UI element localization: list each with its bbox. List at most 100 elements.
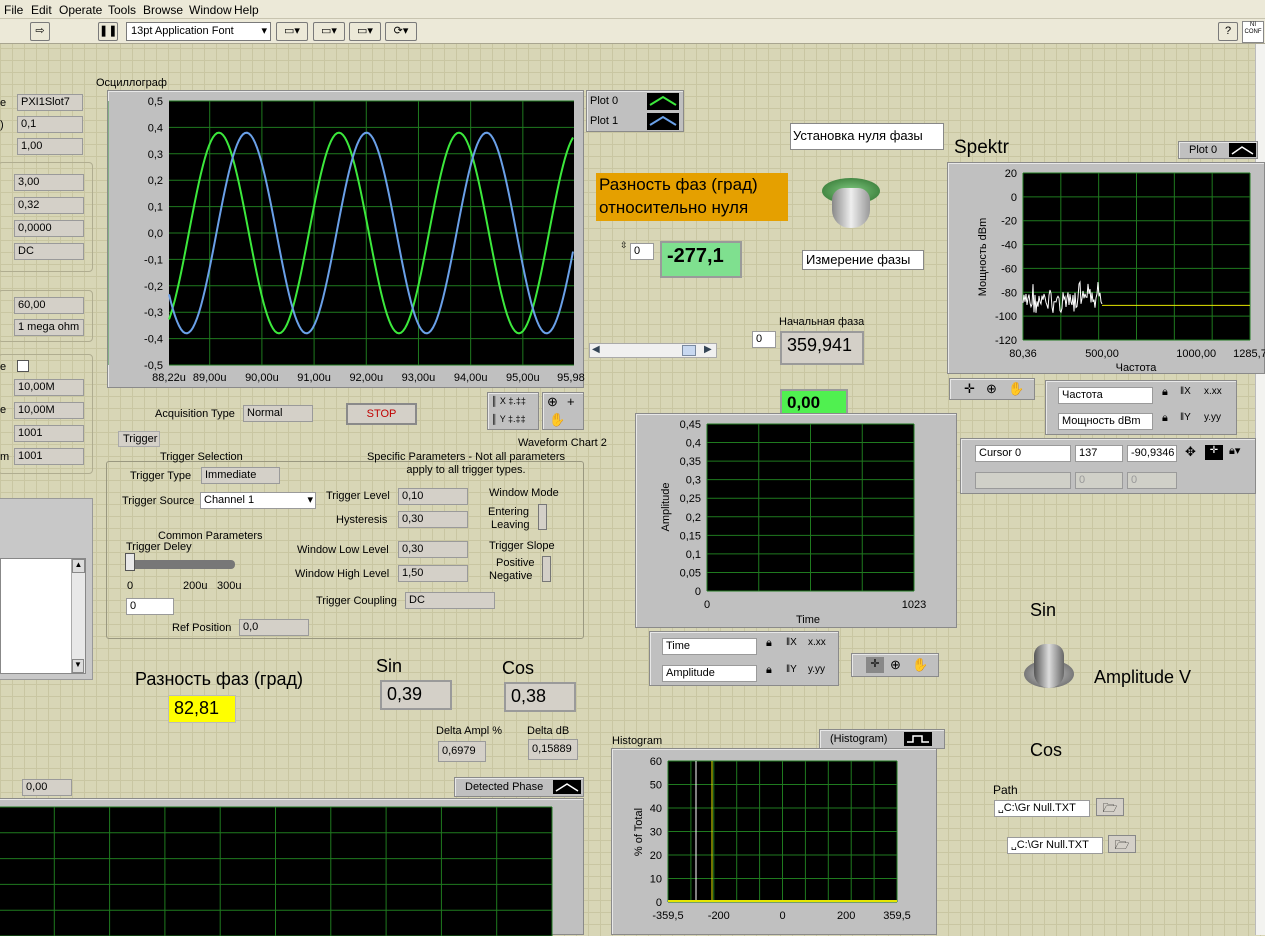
arrow-right-icon[interactable]: ▶ [704, 344, 712, 355]
start-phase-spin[interactable]: 0 [752, 331, 776, 348]
control-field[interactable]: 1001 [14, 425, 84, 442]
zoom-icon[interactable]: ⊕ [547, 394, 558, 410]
resize-button[interactable]: ▭▾ [349, 22, 381, 41]
cursor-y-field-2[interactable]: 0 [1127, 472, 1177, 489]
control-field[interactable]: 0,1 [17, 116, 83, 133]
arrow-left-icon[interactable]: ◀ [592, 344, 600, 355]
path-field-2[interactable]: ␣C:\Gr Null.TXT [1007, 837, 1103, 854]
control-field[interactable]: 1001 [14, 448, 84, 465]
sin-cos-knob[interactable] [1024, 644, 1076, 700]
window-mode-switch[interactable] [538, 504, 547, 530]
spektr-palette[interactable]: ✛ ⊕ ✋ [949, 378, 1035, 400]
control-field[interactable]: 10,00M [14, 379, 84, 396]
measure-phase-button[interactable] [822, 176, 882, 236]
hysteresis-field[interactable]: 0,30 [398, 511, 468, 528]
menu-file[interactable]: File [4, 3, 23, 17]
format-y-icon[interactable]: y.yy [808, 664, 825, 675]
menu-browse[interactable]: Browse [143, 3, 183, 17]
amp-axis-legend[interactable]: Time Amplitude 🔒︎ ‖X x.xx 🔒︎ ‖Y y.yy [649, 631, 839, 686]
osc-scale-legend[interactable]: ║ X ‡.‡‡ ║ Y ‡.‡‡ [487, 392, 539, 430]
format-y-icon[interactable]: y.yy [1204, 412, 1221, 423]
oscilloscope-graph[interactable]: 0,5 0,4 0,3 0,2 0,1 0,0 -0,1 -0,2 -0,3 -0,4 -0,5 8… [107, 90, 585, 388]
y-axis-name-field[interactable]: Мощность dBm [1058, 413, 1153, 430]
help-button[interactable]: ? [1218, 22, 1238, 41]
ref-position-field[interactable]: 0,0 [239, 619, 309, 636]
pan-hand-icon[interactable]: ✋ [549, 412, 565, 428]
list-box[interactable]: ▲ ▼ [0, 558, 86, 674]
autoscale-x-icon[interactable]: ‖X [786, 637, 797, 648]
zoom-icon[interactable]: ⊕ [890, 657, 901, 673]
menu-tools[interactable]: Tools [108, 3, 136, 17]
trigger-level-field[interactable]: 0,10 [398, 488, 468, 505]
amp-palette[interactable]: ✛ ⊕ ✋ [851, 653, 939, 677]
spektr-axis-legend[interactable]: Частота Мощность dBm 🔒︎ ‖X x.xx 🔒︎ ‖Y y.… [1045, 380, 1237, 435]
trigger-type-select[interactable]: Immediate [201, 467, 280, 484]
cursor-move-icon[interactable]: ✥ [1185, 444, 1196, 460]
osc-legend[interactable]: Plot 0 Plot 1 [586, 90, 684, 132]
window-high-field[interactable]: 1,50 [398, 565, 468, 582]
acquisition-type-select[interactable]: Normal [243, 405, 313, 422]
tab-trigger[interactable]: Trigger [118, 431, 160, 447]
cursor-move-icon[interactable]: ✛ [866, 657, 884, 673]
control-field[interactable]: 0,32 [14, 197, 84, 214]
lock-icon[interactable]: 🔒︎ [766, 637, 772, 650]
cursor-name-field[interactable]: Cursor 0 [975, 445, 1071, 462]
osc-palette[interactable]: ⊕ + ✋ [542, 392, 584, 430]
detected-phase-legend[interactable]: Detected Phase [454, 777, 584, 797]
amplitude-graph[interactable]: 0,45 0,4 0,35 0,3 0,25 0,2 0,15 0,1 0,05 0 0 1023 … [635, 413, 957, 628]
lock-icon[interactable]: 🔒︎▾ [1229, 444, 1240, 458]
cursor-style-icon[interactable]: ✛ [1205, 445, 1223, 460]
histogram-legend[interactable]: (Histogram) [819, 729, 945, 749]
autoscale-x-icon[interactable]: ‖X [1180, 386, 1191, 397]
spektr-graph[interactable]: 20 0 -20 -40 -60 -80 -100 -120 80,36 500,00 1000,… [947, 162, 1265, 374]
lock-icon[interactable]: 🔒︎ [1162, 386, 1168, 399]
format-x-icon[interactable]: x.xx [1204, 386, 1222, 397]
scroll-thumb[interactable] [682, 345, 696, 356]
chevron-down-icon[interactable]: ▼ [72, 659, 84, 673]
control-field[interactable]: 0,0000 [14, 220, 84, 237]
phase-rel-spin[interactable]: 0 [630, 243, 654, 260]
window-low-field[interactable]: 0,30 [398, 541, 468, 558]
control-field[interactable]: 1,00 [17, 138, 83, 155]
resource-name-field[interactable]: PXI1Slot7 [17, 94, 83, 111]
slider-handle[interactable] [125, 553, 135, 571]
histogram-graph[interactable]: 60 50 40 30 20 10 0 -359,5 -200 0 200 359,5 % of T… [611, 748, 937, 935]
horizontal-scrollbar[interactable]: ◀ ▶ [589, 343, 717, 358]
spin-arrows-icon[interactable]: ⇳ [620, 240, 628, 251]
folder-open-icon[interactable]: 🗁 [1108, 835, 1136, 853]
trigger-coupling-select[interactable]: DC [405, 592, 495, 609]
pan-hand-icon[interactable]: ✋ [912, 657, 928, 673]
y-axis-name-field[interactable]: Amplitude [662, 665, 757, 682]
trigger-delay-slider[interactable] [125, 553, 235, 571]
control-field[interactable]: 3,00 [14, 174, 84, 191]
autoscale-y-icon[interactable]: ‖Y [1180, 412, 1191, 423]
trigger-delay-field[interactable]: 0 [126, 598, 174, 615]
zoom-icon[interactable]: ⊕ [986, 381, 997, 397]
impedance-field[interactable]: 1 mega ohm [14, 319, 84, 336]
trigger-source-select[interactable]: Channel 1 ▾ [200, 492, 316, 509]
cursor-x-field[interactable]: 137 [1075, 445, 1123, 462]
autoscale-y-icon[interactable]: ‖Y [786, 664, 797, 675]
folder-open-icon[interactable]: 🗁 [1096, 798, 1124, 816]
trigger-slope-switch[interactable] [542, 556, 551, 582]
align-button[interactable]: ▭▾ [276, 22, 308, 41]
coupling-field[interactable]: DC [14, 243, 84, 260]
cursor-legend[interactable]: Cursor 0 137 -90,9346 ✥ ✛ 🔒︎▾ 0 0 [960, 438, 1256, 494]
pan-hand-icon[interactable]: ✋ [1008, 381, 1024, 397]
path-field-1[interactable]: ␣C:\Gr Null.TXT [994, 800, 1090, 817]
run-arrow-button[interactable]: ⇨ [30, 22, 50, 41]
x-axis-name-field[interactable]: Частота [1058, 387, 1153, 404]
control-field[interactable]: 60,00 [14, 297, 84, 314]
chevron-up-icon[interactable]: ▲ [72, 559, 85, 573]
cursor-move-icon[interactable]: + [567, 394, 575, 409]
spektr-legend[interactable]: Plot 0 [1178, 141, 1258, 159]
control-field[interactable]: 10,00M [14, 402, 84, 419]
cursor-name-field-2[interactable] [975, 472, 1071, 489]
list-scrollbar[interactable]: ▲ ▼ [71, 559, 85, 673]
reorder-button[interactable]: ⟳▾ [385, 22, 417, 41]
stop-button[interactable]: STOP [346, 403, 417, 425]
format-x-icon[interactable]: x.xx [808, 637, 826, 648]
distribute-button[interactable]: ▭▾ [313, 22, 345, 41]
menu-operate[interactable]: Operate [59, 3, 102, 17]
x-axis-name-field[interactable]: Time [662, 638, 757, 655]
